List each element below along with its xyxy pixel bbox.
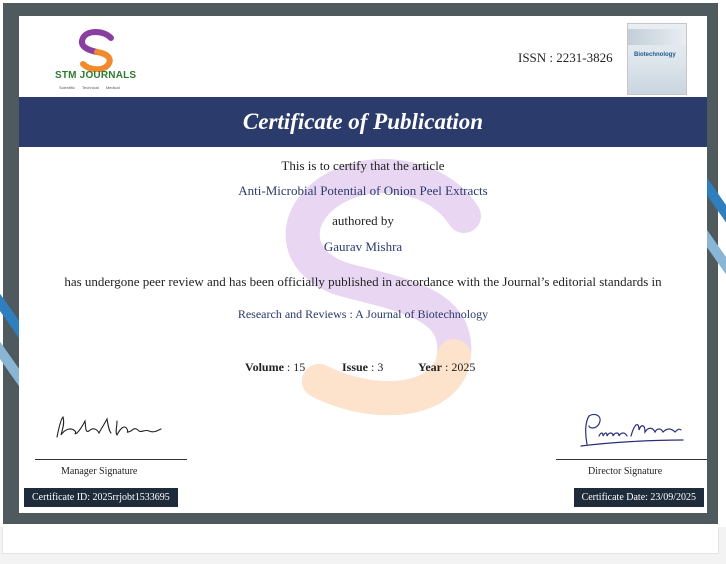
cover-band	[628, 29, 686, 45]
year-info: Year : 2025	[418, 360, 476, 374]
volume-label: Volume	[245, 360, 284, 374]
issue-info: Issue : 3	[342, 360, 384, 374]
article-title: Anti-Microbial Potential of Onion Peel E…	[238, 183, 488, 198]
journal-name: Research and Reviews : A Journal of Biot…	[237, 307, 489, 321]
certify-intro: This is to certify that the article	[281, 158, 445, 173]
stm-logo-icon	[79, 29, 114, 72]
manager-signature-label: Manager Signature	[61, 466, 138, 477]
certificate-title: Certificate of Publication	[242, 109, 484, 134]
certificate-id-badge: Certificate ID: 2025rrjobt1533695	[24, 488, 178, 507]
title-banner: Certificate of Publication	[19, 97, 707, 147]
publication-statement: has undergone peer review and has been o…	[64, 274, 662, 289]
manager-signature-line	[35, 459, 187, 460]
year-value: 2025	[451, 360, 476, 374]
brand-tagline: Scientific Technical Medical	[59, 85, 120, 90]
certificate-paper: STM JOURNALS Scientific Technical Medica…	[19, 16, 707, 513]
director-signature-image	[580, 413, 684, 447]
manager-signature-image	[56, 415, 162, 438]
director-signature-line	[556, 459, 707, 460]
volume-value: 15	[293, 360, 306, 374]
author-name: Gaurav Mishra	[323, 239, 403, 254]
issue-label: Issue	[342, 360, 369, 374]
authored-by-label: authored by	[332, 213, 394, 228]
certificate-frame: STM JOURNALS Scientific Technical Medica…	[0, 3, 726, 524]
director-signature-label: Director Signature	[588, 466, 663, 477]
certificate-date-badge: Certificate Date: 23/09/2025	[573, 488, 704, 507]
volume-info: Volume : 15	[245, 360, 306, 374]
brand-name: STM JOURNALS	[55, 70, 137, 81]
issue-value: 3	[377, 360, 384, 374]
journal-cover-thumbnail: Biotechnology	[627, 23, 687, 95]
issn-number: ISSN : 2231-3826	[518, 50, 613, 65]
cover-title: Biotechnology	[634, 52, 676, 58]
viewer-bottom-panel	[2, 527, 719, 554]
year-label: Year	[418, 360, 442, 374]
